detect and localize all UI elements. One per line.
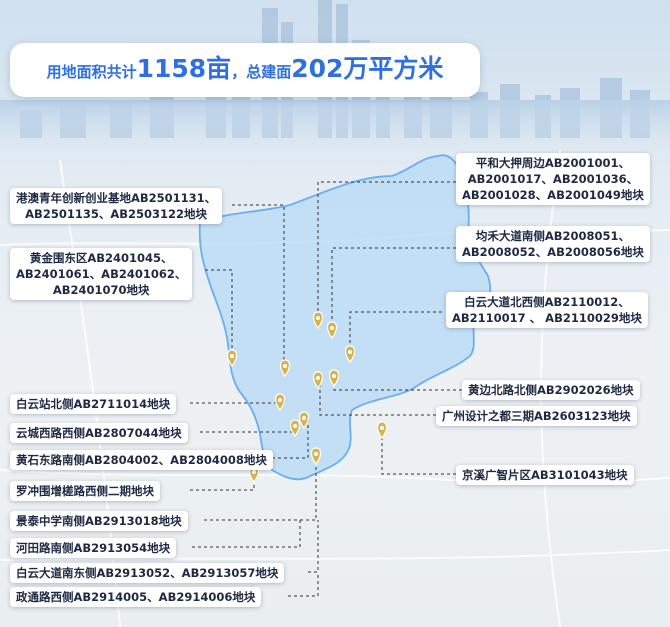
title-prefix: 用地面积共计 bbox=[46, 63, 137, 81]
label-line: 港澳青年创新创业基地AB2501131、 bbox=[16, 191, 217, 205]
title-separator: ， bbox=[231, 63, 247, 81]
label-luochongwei: 罗冲围增槎路西侧二期地块 bbox=[10, 481, 160, 501]
label-pinghe-daya: 平和大押周边AB2001001、 AB2001017、AB2001036、 AB… bbox=[456, 153, 650, 205]
label-design-capital-phase3: 广州设计之都三期AB2603123地块 bbox=[436, 406, 637, 426]
label-huangshi-east-road: 黄石东路南侧AB2804002、AB2804008地块 bbox=[10, 450, 273, 470]
label-line: AB2001017、AB2001036、 bbox=[467, 172, 639, 186]
label-gangao-youth-base: 港澳青年创新创业基地AB2501131、 AB2501135、AB2503122… bbox=[10, 188, 223, 224]
floor-area-value: 202万平方米 bbox=[291, 54, 444, 83]
summary-title: 用地面积共计 1158亩 ， 总建面 202万平方米 bbox=[10, 43, 480, 97]
label-zhengtong-road: 政通路西侧AB2914005、AB2914006地块 bbox=[10, 587, 262, 607]
label-baiyun-station-north: 白云站北侧AB2711014地块 bbox=[10, 394, 177, 414]
label-junhe-avenue: 均禾大道南侧AB2008051、 AB2008052、AB2008056地块 bbox=[456, 226, 650, 262]
label-huangbian-north-road: 黄边北路北侧AB2902026地块 bbox=[462, 380, 640, 400]
label-line: AB2401061、AB2401062、 bbox=[16, 267, 187, 281]
pin-icon bbox=[376, 421, 388, 440]
label-line: AB2401070地块 bbox=[52, 283, 150, 297]
label-baiyun-avenue-north: 白云大道北西侧AB2110012、 AB2110017 、 AB2110029地… bbox=[446, 292, 648, 328]
label-hetian-road: 河田路南侧AB2913054地块 bbox=[10, 538, 177, 558]
label-line: AB2501135、AB2503122地块 bbox=[25, 207, 208, 221]
label-line: AB2001028、AB2001049地块 bbox=[462, 188, 644, 202]
label-line: AB2008052、AB2008056地块 bbox=[462, 245, 644, 259]
label-line: AB2110017 、 AB2110029地块 bbox=[452, 311, 642, 325]
label-jingxi-guangzhi: 京溪广智片区AB3101043地块 bbox=[456, 465, 634, 485]
label-line: 白云大道北西侧AB2110012、 bbox=[464, 295, 630, 309]
label-baiyun-avenue-south: 白云大道南东侧AB2913052、AB2913057地块 bbox=[10, 563, 285, 583]
label-line: 平和大押周边AB2001001、 bbox=[475, 156, 631, 170]
label-jingtai-school: 景泰中学南侧AB2913018地块 bbox=[10, 511, 188, 531]
map-poster: 用地面积共计 1158亩 ， 总建面 202万平方米 港澳青年创新创业基地AB2… bbox=[0, 0, 670, 627]
area-value: 1158亩 bbox=[136, 54, 232, 83]
label-line: 均禾大道南侧AB2008051、 bbox=[475, 229, 631, 243]
label-line: 黄金围东区AB2401045、 bbox=[29, 251, 173, 265]
label-yuncheng-west-road: 云城西路西侧AB2807044地块 bbox=[10, 423, 188, 443]
title-middle: 总建面 bbox=[246, 63, 292, 81]
label-huangjinwei-east: 黄金围东区AB2401045、 AB2401061、AB2401062、 AB2… bbox=[10, 248, 193, 300]
